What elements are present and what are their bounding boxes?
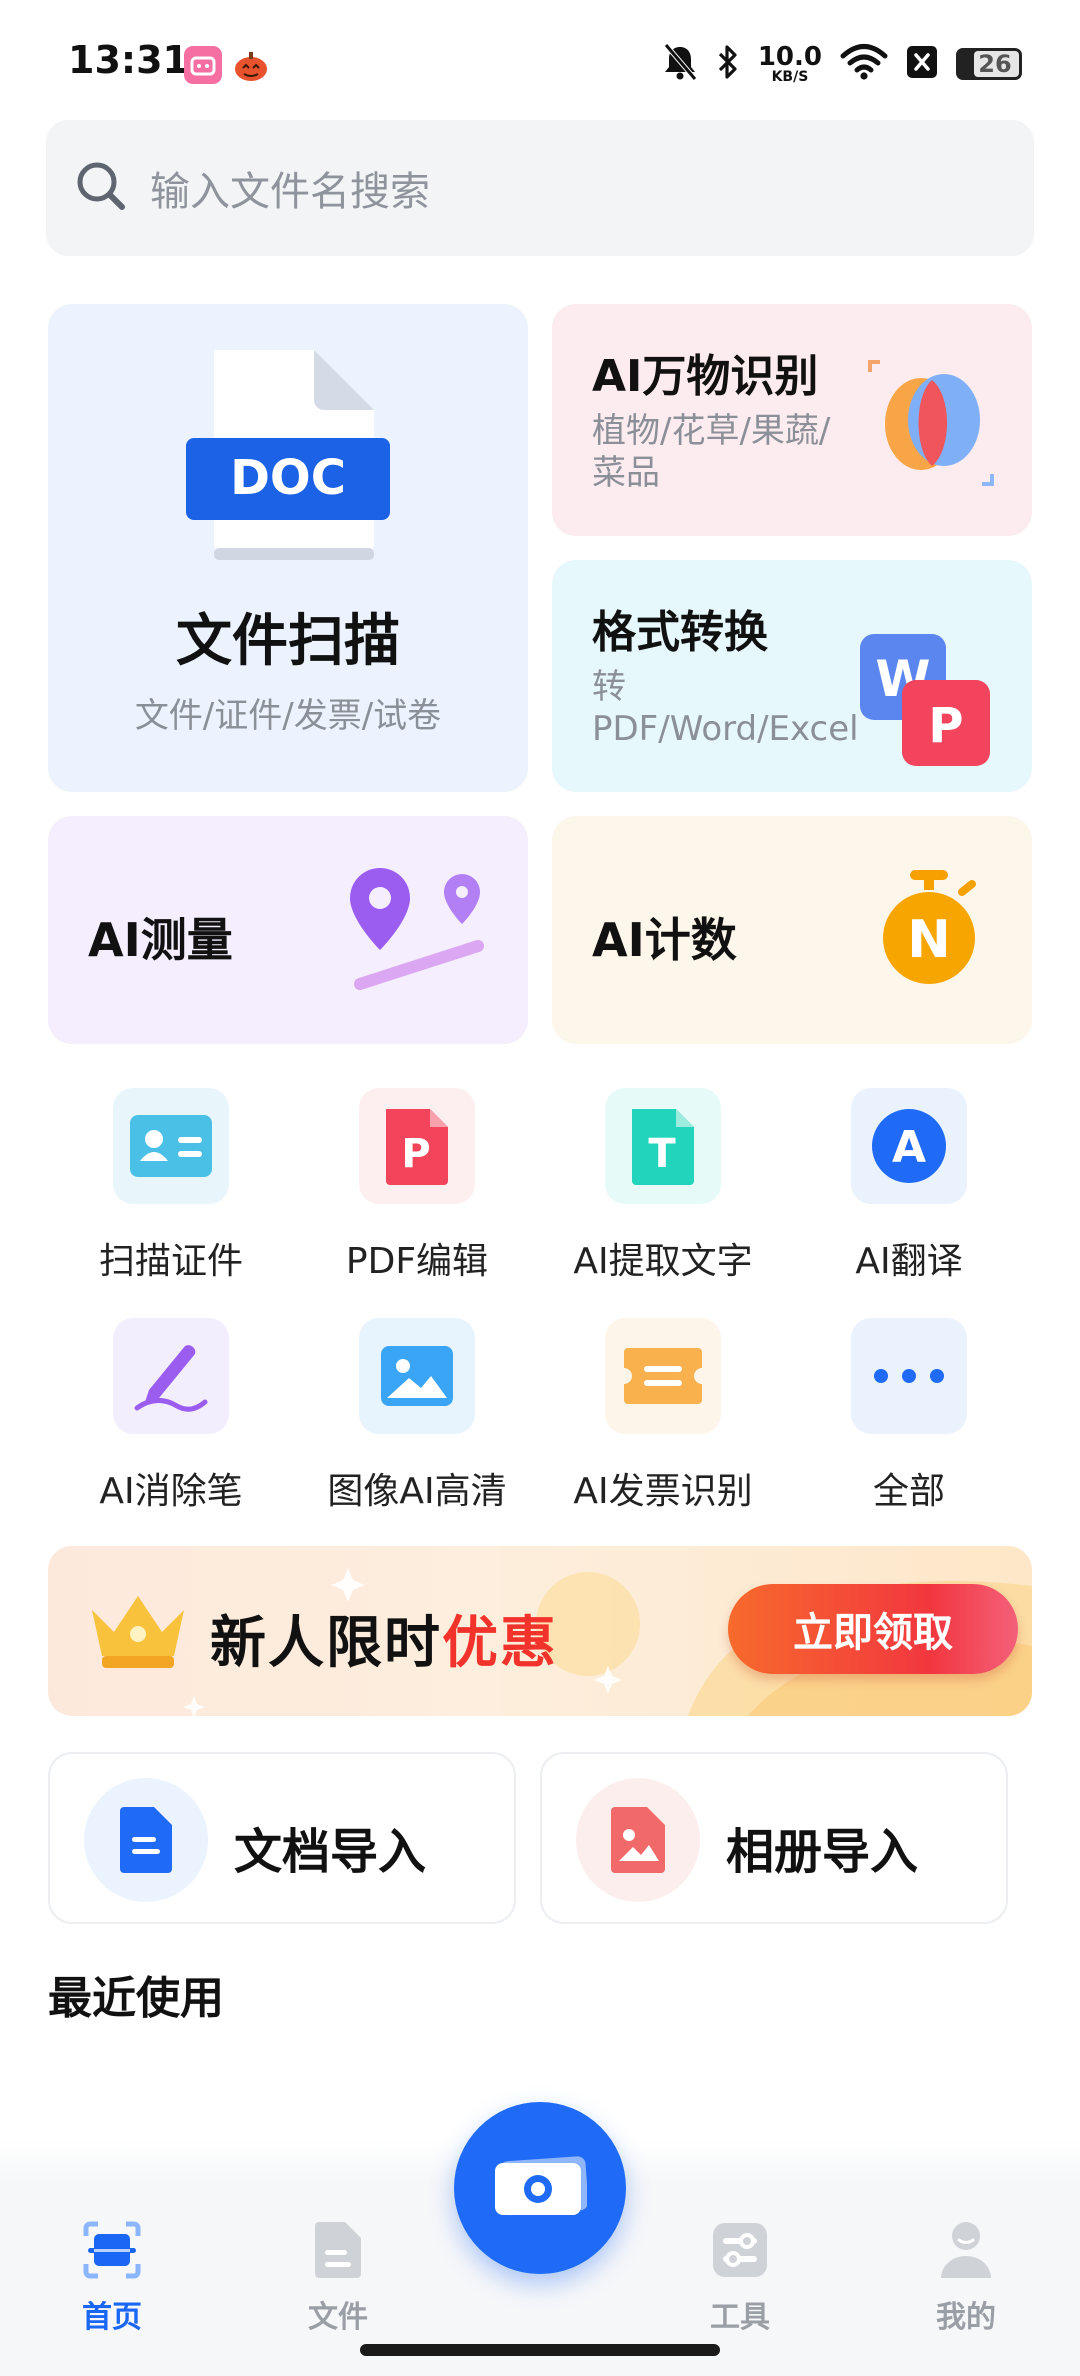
nav-mine-label: 我的 bbox=[936, 2300, 996, 2335]
text-glyph: T bbox=[648, 1131, 676, 1177]
search-icon bbox=[74, 159, 128, 217]
tool-label: AI消除笔 bbox=[99, 1471, 243, 1512]
card-ai-measure[interactable]: AI测量 bbox=[48, 816, 528, 1044]
invoice-icon bbox=[605, 1318, 721, 1434]
promo-title-main: 新人限时 bbox=[210, 1611, 442, 1676]
doc-file-icon: DOC bbox=[182, 348, 392, 572]
promo-banner[interactable]: 新人限时优惠 立即领取 bbox=[48, 1546, 1032, 1716]
status-icons: 10.0 KB/S 26 bbox=[662, 40, 1022, 88]
card-document-scan[interactable]: DOC 文件扫描 文件/证件/发票/试卷 bbox=[48, 304, 528, 792]
album-import-button[interactable]: 相册导入 bbox=[540, 1752, 1008, 1924]
close-box-icon bbox=[906, 44, 938, 84]
image-enhance-icon bbox=[359, 1318, 475, 1434]
tool-label: 全部 bbox=[872, 1471, 945, 1512]
claim-now-button[interactable]: 立即领取 bbox=[728, 1584, 1018, 1674]
stopwatch-count-icon: N bbox=[874, 868, 984, 992]
document-icon bbox=[84, 1778, 208, 1902]
camera-button[interactable] bbox=[454, 2102, 626, 2274]
tool-label: 图像AI高清 bbox=[327, 1471, 507, 1512]
card-ai-recognize-title: AI万物识别 bbox=[592, 351, 819, 402]
album-import-label: 相册导入 bbox=[726, 1824, 919, 1880]
more-icon bbox=[851, 1318, 967, 1434]
card-ai-recognize-subtitle: 植物/花草/果蔬/菜品 bbox=[592, 411, 831, 493]
word-pdf-convert-icon: W P bbox=[856, 630, 996, 774]
network-speed: 10.0 KB/S bbox=[758, 44, 822, 84]
translate-glyph: A bbox=[892, 1122, 926, 1173]
status-time: 13:31 bbox=[68, 38, 189, 82]
tool-pdf-edit[interactable]: P PDF编辑 bbox=[294, 1088, 540, 1284]
eraser-pen-icon bbox=[113, 1318, 229, 1434]
card-scan-title: 文件扫描 bbox=[176, 609, 400, 674]
battery-level: 26 bbox=[978, 50, 1012, 78]
ai-recognize-icon bbox=[866, 358, 996, 492]
file-icon bbox=[308, 2218, 368, 2282]
tool-label: AI翻译 bbox=[855, 1241, 963, 1282]
count-badge-n: N bbox=[907, 910, 951, 970]
translate-icon: A bbox=[851, 1088, 967, 1204]
card-count-title: AI计数 bbox=[592, 913, 737, 967]
search-input[interactable]: 输入文件名搜索 bbox=[150, 159, 430, 217]
text-extract-icon: T bbox=[605, 1088, 721, 1204]
tool-all[interactable]: 全部 bbox=[786, 1318, 1032, 1514]
nav-home-label: 首页 bbox=[82, 2300, 142, 2335]
document-import-button[interactable]: 文档导入 bbox=[48, 1752, 516, 1924]
nav-files[interactable]: 文件 bbox=[258, 2218, 418, 2336]
bluetooth-icon bbox=[716, 42, 740, 86]
home-indicator[interactable] bbox=[360, 2344, 720, 2356]
location-measure-icon bbox=[348, 866, 498, 1000]
tool-label: AI提取文字 bbox=[573, 1241, 753, 1282]
card-convert-subtitle: 转PDF/Word/Excel bbox=[592, 667, 859, 749]
tool-ai-eraser[interactable]: AI消除笔 bbox=[48, 1318, 294, 1514]
battery-icon: 26 bbox=[956, 48, 1022, 80]
pdf-glyph: P bbox=[401, 1131, 430, 1177]
tool-ai-invoice[interactable]: AI发票识别 bbox=[540, 1318, 786, 1514]
profile-icon bbox=[936, 2218, 996, 2282]
nav-tools-label: 工具 bbox=[710, 2300, 770, 2335]
promo-title-highlight: 优惠 bbox=[442, 1611, 558, 1676]
tool-label: PDF编辑 bbox=[345, 1241, 489, 1282]
network-speed-value: 10.0 bbox=[757, 42, 822, 72]
document-import-label: 文档导入 bbox=[234, 1824, 427, 1880]
tool-label: 扫描证件 bbox=[98, 1241, 243, 1282]
card-measure-title: AI测量 bbox=[88, 913, 233, 967]
doc-badge-text: DOC bbox=[230, 450, 346, 506]
card-format-convert[interactable]: 格式转换 转PDF/Word/Excel W P bbox=[552, 560, 1032, 792]
nav-home[interactable]: 首页 bbox=[32, 2218, 192, 2336]
crown-icon bbox=[86, 1590, 190, 1678]
photo-file-icon bbox=[576, 1778, 700, 1902]
recent-section-title: 最近使用 bbox=[48, 1973, 224, 2024]
network-speed-unit: KB/S bbox=[771, 69, 809, 85]
tool-image-enhance[interactable]: 图像AI高清 bbox=[294, 1318, 540, 1514]
promo-title: 新人限时优惠 bbox=[210, 1598, 558, 1679]
card-scan-subtitle: 文件/证件/发票/试卷 bbox=[134, 696, 442, 736]
mute-bell-icon bbox=[662, 42, 698, 86]
bilibili-app-icon bbox=[184, 46, 222, 84]
nav-tools[interactable]: 工具 bbox=[660, 2218, 820, 2336]
nav-files-label: 文件 bbox=[308, 2300, 368, 2335]
search-bar[interactable]: 输入文件名搜索 bbox=[46, 120, 1034, 256]
tool-ai-translate[interactable]: A AI翻译 bbox=[786, 1088, 1032, 1284]
tool-scan-id[interactable]: 扫描证件 bbox=[48, 1088, 294, 1284]
tools-icon bbox=[710, 2218, 770, 2282]
card-convert-title: 格式转换 bbox=[592, 607, 768, 658]
id-card-icon bbox=[113, 1088, 229, 1204]
status-bar: 13:31 10.0 KB/S 26 bbox=[0, 0, 1080, 120]
nav-mine[interactable]: 我的 bbox=[886, 2218, 1046, 2336]
wifi-icon bbox=[840, 43, 888, 85]
card-ai-recognize[interactable]: AI万物识别 植物/花草/果蔬/菜品 bbox=[552, 304, 1032, 536]
pumpkin-app-icon bbox=[232, 46, 270, 84]
tool-ai-text-extract[interactable]: T AI提取文字 bbox=[540, 1088, 786, 1284]
pdf-icon: P bbox=[359, 1088, 475, 1204]
tool-label: AI发票识别 bbox=[573, 1471, 753, 1512]
convert-badge-p: P bbox=[928, 698, 963, 754]
home-scan-icon bbox=[82, 2218, 142, 2282]
card-ai-count[interactable]: AI计数 N bbox=[552, 816, 1032, 1044]
camera-icon bbox=[493, 2151, 589, 2225]
